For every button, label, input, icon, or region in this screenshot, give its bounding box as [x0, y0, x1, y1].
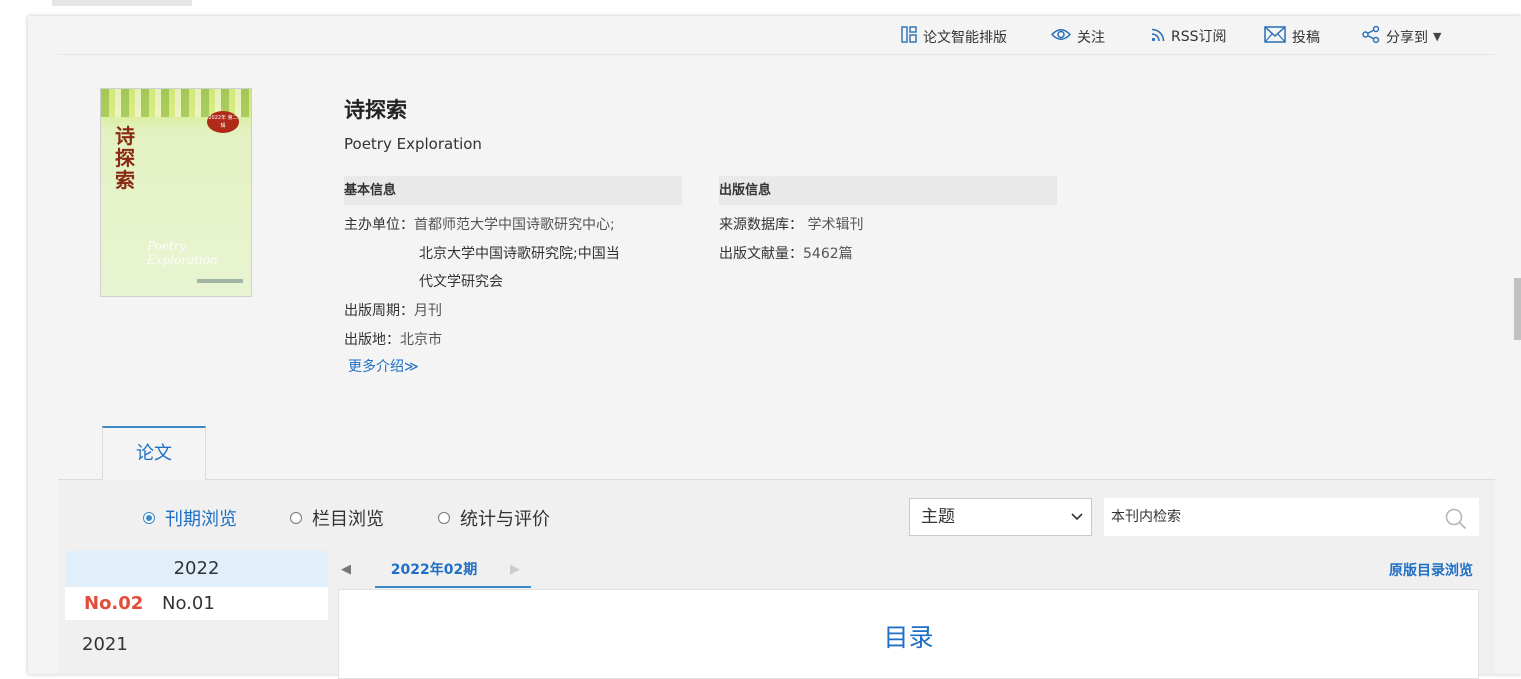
share-icon: [1362, 25, 1386, 47]
top-fade: [52, 0, 192, 6]
toolbar-divider: [58, 54, 1495, 55]
journal-search-box: [1104, 498, 1479, 536]
cover-issue-badge: 2022年 第二辑: [207, 111, 239, 133]
smart-layout-button[interactable]: 论文智能排版: [901, 26, 1007, 47]
radio-column-browse[interactable]: 栏目浏览: [290, 505, 384, 531]
place-label: 出版地：: [344, 332, 400, 348]
radio-unselected-icon: [438, 512, 450, 524]
sponsor-value-line-1: 首都师范大学中国诗歌研究中心;: [414, 217, 615, 233]
journal-title: 诗探索: [344, 98, 407, 122]
journal-english-title: Poetry Exploration: [344, 135, 482, 153]
period-row: 出版周期：月刊: [344, 297, 442, 326]
tab-divider: [58, 479, 1495, 480]
scrollbar-thumb[interactable]: [1514, 278, 1521, 340]
cover-title: 诗探索: [115, 124, 135, 192]
more-intro-link[interactable]: 更多介绍≫: [348, 356, 419, 376]
chevron-down-icon: ▼: [1433, 30, 1442, 43]
radio-issue-browse[interactable]: 刊期浏览: [143, 505, 237, 531]
radio-selected-icon: [143, 512, 155, 524]
follow-label: 关注: [1077, 29, 1105, 46]
layout-icon: [901, 26, 923, 47]
toc-panel: 目录: [338, 589, 1479, 679]
journal-search-input[interactable]: [1111, 509, 1431, 525]
submit-label: 投稿: [1292, 29, 1320, 46]
issue-no02[interactable]: No.02: [84, 587, 143, 620]
chevron-down-icon: [1071, 499, 1083, 548]
eye-icon: [1050, 26, 1077, 47]
current-issue-tab[interactable]: 2022年02期: [375, 556, 531, 588]
mail-icon: [1264, 26, 1292, 47]
place-row: 出版地：北京市: [344, 326, 442, 355]
journal-cover: 诗探索 2022年 第二辑 Poetry Exploration: [100, 88, 252, 297]
period-value: 月刊: [414, 303, 442, 319]
source-db-value: 学术辑刊: [807, 217, 864, 233]
prev-issue-arrow-icon[interactable]: ◀: [341, 562, 351, 577]
doc-count-row: 出版文献量：5462篇: [719, 240, 853, 269]
search-icon[interactable]: [1445, 507, 1467, 545]
toc-title: 目录: [883, 623, 934, 652]
sponsor-row: 主办单位：首都师范大学中国诗歌研究中心;: [344, 211, 615, 240]
share-button[interactable]: 分享到 ▼: [1362, 25, 1442, 47]
radio-column-browse-label: 栏目浏览: [312, 509, 384, 530]
radio-issue-browse-label: 刊期浏览: [165, 509, 237, 530]
sponsor-label: 主办单位：: [344, 217, 414, 233]
pub-info-heading: 出版信息: [719, 176, 1057, 205]
radio-stats-eval[interactable]: 统计与评价: [438, 505, 550, 531]
radio-stats-eval-label: 统计与评价: [460, 509, 550, 530]
issue-list: No.02 No.01: [65, 587, 328, 620]
search-field-value: 主题: [921, 507, 955, 527]
search-field-select[interactable]: 主题: [909, 498, 1092, 536]
rss-label: RSS订阅: [1171, 29, 1227, 45]
source-db-row: 来源数据库： 学术辑刊: [719, 211, 863, 240]
radio-unselected-icon: [290, 512, 302, 524]
source-db-label: 来源数据库：: [719, 217, 803, 233]
next-issue-arrow-icon[interactable]: ▶: [510, 562, 520, 577]
tab-papers[interactable]: 论文: [102, 426, 206, 480]
submit-button[interactable]: 投稿: [1264, 26, 1320, 47]
sponsor-value-line-3: 代文学研究会: [419, 274, 503, 290]
rss-button[interactable]: RSS订阅: [1151, 26, 1227, 46]
sponsor-value-line-2: 北京大学中国诗歌研究院;中国当: [419, 246, 620, 262]
follow-button[interactable]: 关注: [1050, 26, 1105, 47]
cover-publisher-mark: [197, 279, 243, 283]
issue-no01[interactable]: No.01: [162, 587, 215, 620]
doc-count-label: 出版文献量：: [719, 246, 803, 262]
share-label: 分享到: [1386, 29, 1428, 46]
rss-icon: [1151, 27, 1171, 46]
smart-layout-label: 论文智能排版: [923, 29, 1007, 46]
original-toc-link[interactable]: 原版目录浏览: [1389, 560, 1473, 580]
year-2022[interactable]: 2022: [65, 551, 328, 587]
place-value: 北京市: [400, 332, 442, 348]
doc-count-value: 5462篇: [803, 246, 853, 262]
year-2021[interactable]: 2021: [82, 630, 128, 660]
cover-english-title: Poetry Exploration: [147, 239, 218, 267]
basic-info-heading: 基本信息: [344, 176, 682, 205]
period-label: 出版周期：: [344, 303, 414, 319]
